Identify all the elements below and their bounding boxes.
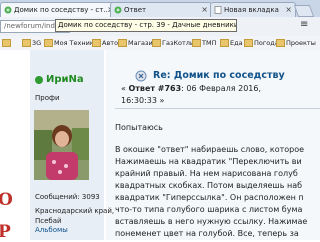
post-text-line: вставляешь в него нужную ссылку. Нажимае [115,217,308,226]
divider [115,108,320,109]
bookmark-avto[interactable]: Авто [92,38,118,48]
avatar-photo [34,110,89,180]
tab-strip: Домик по соседству - ст... × Ответ × Нов… [0,0,320,18]
folder-icon [2,39,11,47]
close-icon[interactable]: × [201,3,208,17]
tab-new[interactable]: Новая вкладка × [210,2,296,17]
username[interactable]: ИриNa [46,74,84,85]
user-rank: Профи [35,94,60,102]
bookmark-pogoda[interactable]: Погода [244,38,279,48]
close-icon[interactable]: × [285,3,292,17]
post-text-line: крайний правый. На нем нарисована голуб [115,169,298,178]
red-letter-p-graphic: Р [0,222,11,242]
bookmark-moya-tehnika[interactable]: Моя Техника [44,38,98,48]
post-text-line: В окошке "ответ" набираешь слово, которо… [115,145,305,154]
new-tab-button[interactable] [293,5,315,17]
post-meta: « Ответ #763: 06 Февраля 2016, [121,84,262,93]
folder-icon [220,39,229,47]
tab-label: Ответ [124,6,147,14]
post-text-line: Попытаюсь [115,123,163,132]
post-text-line: понеменет цвет на голубой. Все, теперь з… [115,229,299,238]
left-edge: О Р [0,50,13,242]
avatar[interactable] [34,110,89,180]
folder-icon [44,39,53,47]
tab-domik[interactable]: Домик по соседству - ст... × [0,2,118,17]
folder-icon [118,39,127,47]
page-icon [214,6,222,14]
green-flower-icon [114,6,122,14]
settings-icon[interactable]: ≡ [300,20,310,30]
tab-otvet[interactable]: Ответ × [110,2,212,17]
online-status-icon [35,76,43,84]
bookmark-proekty[interactable]: Проекты [276,38,316,48]
folder-icon [276,39,285,47]
bookmark-tmp[interactable]: ТМП [192,38,216,48]
post-text-line: что-то типа голубого шарика с листом бум… [115,205,303,214]
location-line2: Псебай [35,217,62,225]
post-time: 16:30:33 » [121,96,165,105]
bookmark-eda[interactable]: Еда [220,38,243,48]
bookmarks-bar: 3G Моя Техника Авто Магазин ГазКотлы ТМП… [0,36,320,51]
folder-icon [244,39,253,47]
post-text-line: Нажимаешь на квадратик "Переключить ви [115,157,302,166]
tab-label: Новая вкладка [224,6,279,14]
red-letter-o-graphic: О [0,190,13,210]
green-flower-icon [4,6,12,14]
post-subject-link[interactable]: Re: Домик по соседству [153,70,285,81]
tab-label: Домик по соседству - ст... [14,6,111,14]
reply-number: Ответ #763 [128,84,182,93]
albums-link[interactable]: Альбомы [35,226,68,234]
message-count: Сообщений: 3093 [35,193,100,201]
tab-tooltip: Домик по соседству - стр. 39 - Дачные дн… [55,19,237,32]
folder-icon [192,39,201,47]
post-xx-icon [135,70,147,82]
folder-icon [22,39,31,47]
location-line1: Краснодарский край, [35,207,115,215]
bookmark-3g[interactable]: 3G [22,38,41,48]
folder-icon [92,39,101,47]
post-text-line: квадратных скобках. Потом выделяешь наб [115,181,303,190]
bookmark-first[interactable] [2,38,12,48]
post-text-line: квадратик "Гиперссылка". Он расположен п [115,193,304,202]
bookmark-gazkotly[interactable]: ГазКотлы [152,38,195,48]
folder-icon [152,39,161,47]
